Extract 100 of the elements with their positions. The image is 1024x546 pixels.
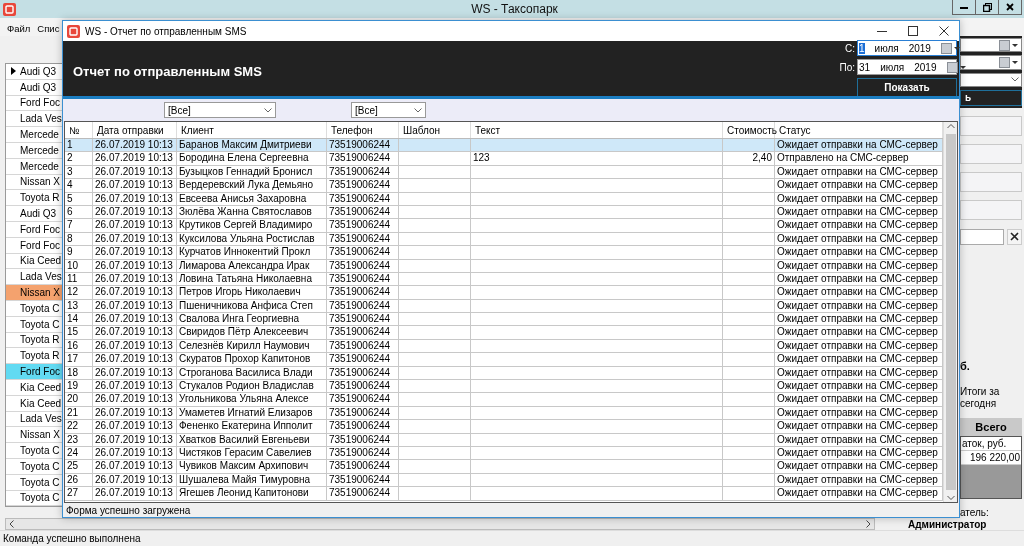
filter-dropdown[interactable]: [Все] (351, 102, 426, 118)
table-cell: Ожидает отправки на СМС-сервер (775, 179, 943, 193)
table-cell: Ожидает отправки на СМС-сервер (775, 433, 943, 447)
restore-button[interactable] (975, 0, 999, 15)
table-cell: 73519006244 (327, 179, 399, 193)
table-cell: Евсеева Анисья Захаровна (177, 192, 327, 206)
day-segment[interactable]: 1 (859, 42, 865, 54)
column-header[interactable]: Шаблон (399, 122, 471, 138)
table-cell: 73519006244 (327, 433, 399, 447)
table-cell: 5 (65, 192, 93, 206)
table-cell: 26.07.2019 10:13 (93, 259, 177, 273)
menu-item[interactable]: Спис (37, 23, 60, 34)
show-button[interactable]: ь (960, 89, 1022, 106)
list-item[interactable]: Mercede (6, 127, 62, 143)
column-header[interactable]: Дата отправки (93, 122, 177, 138)
table-cell: аток, руб. (961, 436, 1021, 451)
table-row[interactable]: 9 26.07.2019 10:13 Курчатов Иннокентий Прокл 73519006244 Ожидает отправки на СМС-сервер (65, 246, 943, 260)
label-text: б. (960, 359, 971, 372)
table-row[interactable]: 27 26.07.2019 10:13 Ягешев Леонид Капитонови 73519006244 Ожидает отправки на СМС-сервер (65, 487, 943, 501)
column-header[interactable]: № (65, 122, 93, 138)
table-cell: 73519006244 (327, 420, 399, 434)
column-header[interactable]: Стоимость (723, 122, 775, 138)
table-cell: 26.07.2019 10:13 (93, 433, 177, 447)
list-item[interactable]: Toyota R (6, 348, 62, 365)
table-row[interactable]: 4 26.07.2019 10:13 Вердеревский Лука Демьяно 73519006244 Ожидает отправки на СМС-сервер (65, 179, 943, 193)
table-row[interactable]: 7 26.07.2019 10:13 Крутиков Сергей Владимиро 73519006244 Ожидает отправки на СМС-сервер (65, 219, 943, 233)
table-row[interactable]: 19 26.07.2019 10:13 Стукалов Родион Владислав 73519006244 Ожидает отправки на СМС-сервер (65, 380, 943, 394)
table-row[interactable]: 25 26.07.2019 10:13 Чувиков Максим Архипович 73519006244 Ожидает отправки на СМС-сервер (65, 460, 943, 474)
table-row[interactable]: 1 26.07.2019 10:13 Баранов Максим Дмитриеви 73519006244 Ожидает отправки на СМС-сервер (65, 139, 943, 153)
dropdown[interactable] (960, 72, 1022, 87)
report-heading: Отчет по отправленным SMS (73, 64, 262, 79)
table-cell: 26.07.2019 10:13 (93, 393, 177, 407)
table-cell: Ожидает отправки на СМС-сервер (775, 192, 943, 206)
status-text: Команда успешно выполнена (3, 533, 141, 544)
table-cell: 73519006244 (327, 219, 399, 233)
table-row[interactable]: 22 26.07.2019 10:13 Фененко Екатерина Ипполит 73519006244 Ожидает отправки на СМС-сервер (65, 420, 943, 434)
table-cell: Ожидает отправки на СМС-сервер (775, 286, 943, 300)
column-header[interactable]: Текст (471, 122, 723, 138)
date-field[interactable] (960, 38, 1022, 53)
table-cell: 2,40 (723, 152, 775, 166)
minimize-icon (960, 5, 968, 9)
search-field[interactable] (960, 228, 1004, 245)
table-cell: Ожидает отправки на СМС-сервер (775, 353, 943, 367)
chevron-left-icon[interactable] (9, 520, 14, 528)
date-field[interactable] (960, 55, 1022, 70)
table-row[interactable]: 14 26.07.2019 10:13 Свалова Инга Георгиевна 73519006244 Ожидает отправки на СМС-сервер (65, 313, 943, 327)
list-item[interactable]: Lada Ves (6, 269, 62, 286)
close-icon[interactable] (939, 26, 949, 36)
table-cell: Чувиков Максим Архипович (177, 460, 327, 474)
clear-button[interactable] (1007, 228, 1022, 245)
list-item[interactable]: Ford Foc (6, 364, 62, 380)
menu-item[interactable]: Файл (7, 23, 31, 34)
user-name: Администратор (908, 518, 987, 530)
minimize-button[interactable] (952, 0, 976, 15)
table-cell: 4 (65, 179, 93, 193)
user-caption: атель: (960, 506, 990, 518)
table-cell: 26.07.2019 10:13 (93, 326, 177, 340)
column-header[interactable]: Телефон (327, 122, 399, 138)
table-cell: 23 (65, 433, 93, 447)
list-item[interactable]: Audi Q3 (6, 206, 62, 222)
table-cell: Свиридов Пётр Алексеевич (177, 326, 327, 340)
table-cell: 26.07.2019 10:13 (93, 353, 177, 367)
maximize-icon[interactable] (908, 26, 918, 36)
list-item[interactable]: Audi Q3 (6, 64, 62, 80)
list-item[interactable]: Toyota R (6, 190, 62, 207)
table-cell: 15 (65, 326, 93, 340)
calendar-dropdown-icon[interactable] (946, 61, 967, 73)
table-row[interactable]: 15 26.07.2019 10:13 Свиридов Пётр Алексеевич 73519006244 Ожидает отправки на СМС-сервер (65, 326, 943, 340)
calendar-dropdown-icon[interactable] (999, 39, 1019, 51)
table-row[interactable]: 2 26.07.2019 10:13 Бородина Елена Сергеевна 73519006244 123 2,40 Отправлено на СМС-сервер (65, 152, 943, 166)
table-cell: 26.07.2019 10:13 (93, 152, 177, 166)
table-row[interactable]: 17 26.07.2019 10:13 Скуратов Прохор Капитонов 73519006244 Ожидает отправки на СМС-сервер (65, 353, 943, 367)
calendar-dropdown-icon[interactable] (940, 42, 961, 54)
table-cell: Хватков Василий Евгеньеви (177, 433, 327, 447)
day-segment[interactable]: 31 (859, 61, 871, 73)
filter-dropdown[interactable]: [Все] (164, 102, 276, 118)
table-cell: 73519006244 (327, 152, 399, 166)
chevron-right-icon[interactable] (866, 520, 871, 528)
close-button[interactable] (998, 0, 1022, 15)
list-item[interactable]: Lada Ves (6, 111, 62, 128)
date-label: По: (839, 61, 855, 73)
chevron-down-icon (414, 107, 422, 113)
table-cell: 73519006244 (327, 487, 399, 501)
list-item[interactable]: Nissan X (6, 427, 62, 444)
table-row[interactable]: 20 26.07.2019 10:13 Угольникова Ульяна Алексе 73519006244 Ожидает отправки на СМС-сервер (65, 393, 943, 407)
horizontal-scrollbar[interactable] (5, 518, 875, 530)
table-cell: Бородина Елена Сергеевна (177, 152, 327, 166)
date-field[interactable]: 1 июля 2019 (857, 40, 957, 56)
table-cell: Лимарова Александра Ирак (177, 259, 327, 273)
table-row[interactable]: 12 26.07.2019 10:13 Петров Игорь Николаевич 73519006244 Ожидает отправки на СМС-сервер (65, 286, 943, 300)
list-item[interactable]: Nissan X (6, 285, 62, 301)
table-cell: Петров Игорь Николаевич (177, 286, 327, 300)
app-icon (3, 2, 16, 16)
app-icon (67, 24, 80, 38)
table-cell: 22 (65, 420, 93, 434)
column-header[interactable]: Клиент (177, 122, 327, 138)
table-cell: 7 (65, 219, 93, 233)
calendar-dropdown-icon[interactable] (999, 56, 1019, 68)
table-cell: 73519006244 (327, 393, 399, 407)
list-item[interactable]: Toyota C (6, 443, 62, 459)
